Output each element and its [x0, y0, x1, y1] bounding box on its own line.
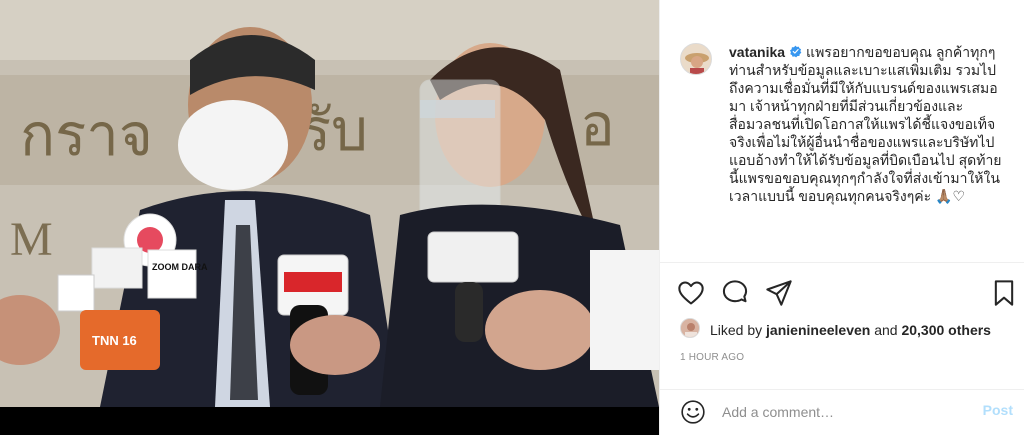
svg-text:กราจ: กราจ	[20, 103, 153, 168]
post-caption: vatanika แพรอยากขอขอบคุณ ลูกค้าทุกๆท่านสำ…	[729, 43, 1004, 205]
liker-username[interactable]: janienineeleven	[766, 322, 870, 338]
mic-label-zoom: ZOOM DARA	[152, 262, 208, 272]
caption-area[interactable]: vatanika แพรอยากขอขอบคุณ ลูกค้าทุกๆท่านสำ…	[660, 0, 1024, 262]
likes-count[interactable]: 20,300 others	[901, 322, 991, 338]
bookmark-icon[interactable]	[990, 279, 1018, 307]
likes-text: Liked by janienineeleven and 20,300 othe…	[710, 318, 991, 342]
comment-form: Post	[660, 389, 1024, 435]
avatar-image	[681, 44, 711, 74]
share-icon[interactable]	[765, 279, 793, 307]
likes-middle: and	[870, 322, 902, 338]
post-panel: vatanika แพรอยากขอขอบคุณ ลูกค้าทุกๆท่านสำ…	[659, 0, 1024, 435]
mic-label-tnn: TNN 16	[92, 333, 137, 348]
comment-input[interactable]	[722, 397, 972, 427]
action-bar	[660, 276, 1024, 310]
svg-text:อ: อ	[580, 93, 615, 158]
likes-summary: Liked by janienineeleven and 20,300 othe…	[680, 318, 1020, 342]
likes-prefix: Liked by	[710, 322, 767, 338]
caption-username[interactable]: vatanika	[729, 44, 785, 60]
panel-divider	[660, 262, 1024, 263]
post-timestamp[interactable]: 1 HOUR AGO	[680, 352, 744, 363]
heart-icon[interactable]	[677, 279, 705, 307]
caption-text: แพรอยากขอขอบคุณ ลูกค้าทุกๆท่านสำหรับข้อม…	[729, 44, 1002, 204]
svg-text:M: M	[10, 213, 53, 266]
media-letterbox	[0, 407, 659, 435]
emoji-icon[interactable]	[680, 399, 706, 425]
liker-avatar[interactable]	[680, 318, 700, 338]
avatar[interactable]	[680, 43, 712, 75]
post-photo: กราจ รับ อ M ZOOM DARA TNN 16	[0, 0, 659, 407]
post-comment-button[interactable]: Post	[983, 402, 1013, 418]
post-media[interactable]: กราจ รับ อ M ZOOM DARA TNN 16	[0, 0, 659, 435]
verified-icon	[790, 45, 802, 58]
comment-icon[interactable]	[721, 279, 749, 307]
